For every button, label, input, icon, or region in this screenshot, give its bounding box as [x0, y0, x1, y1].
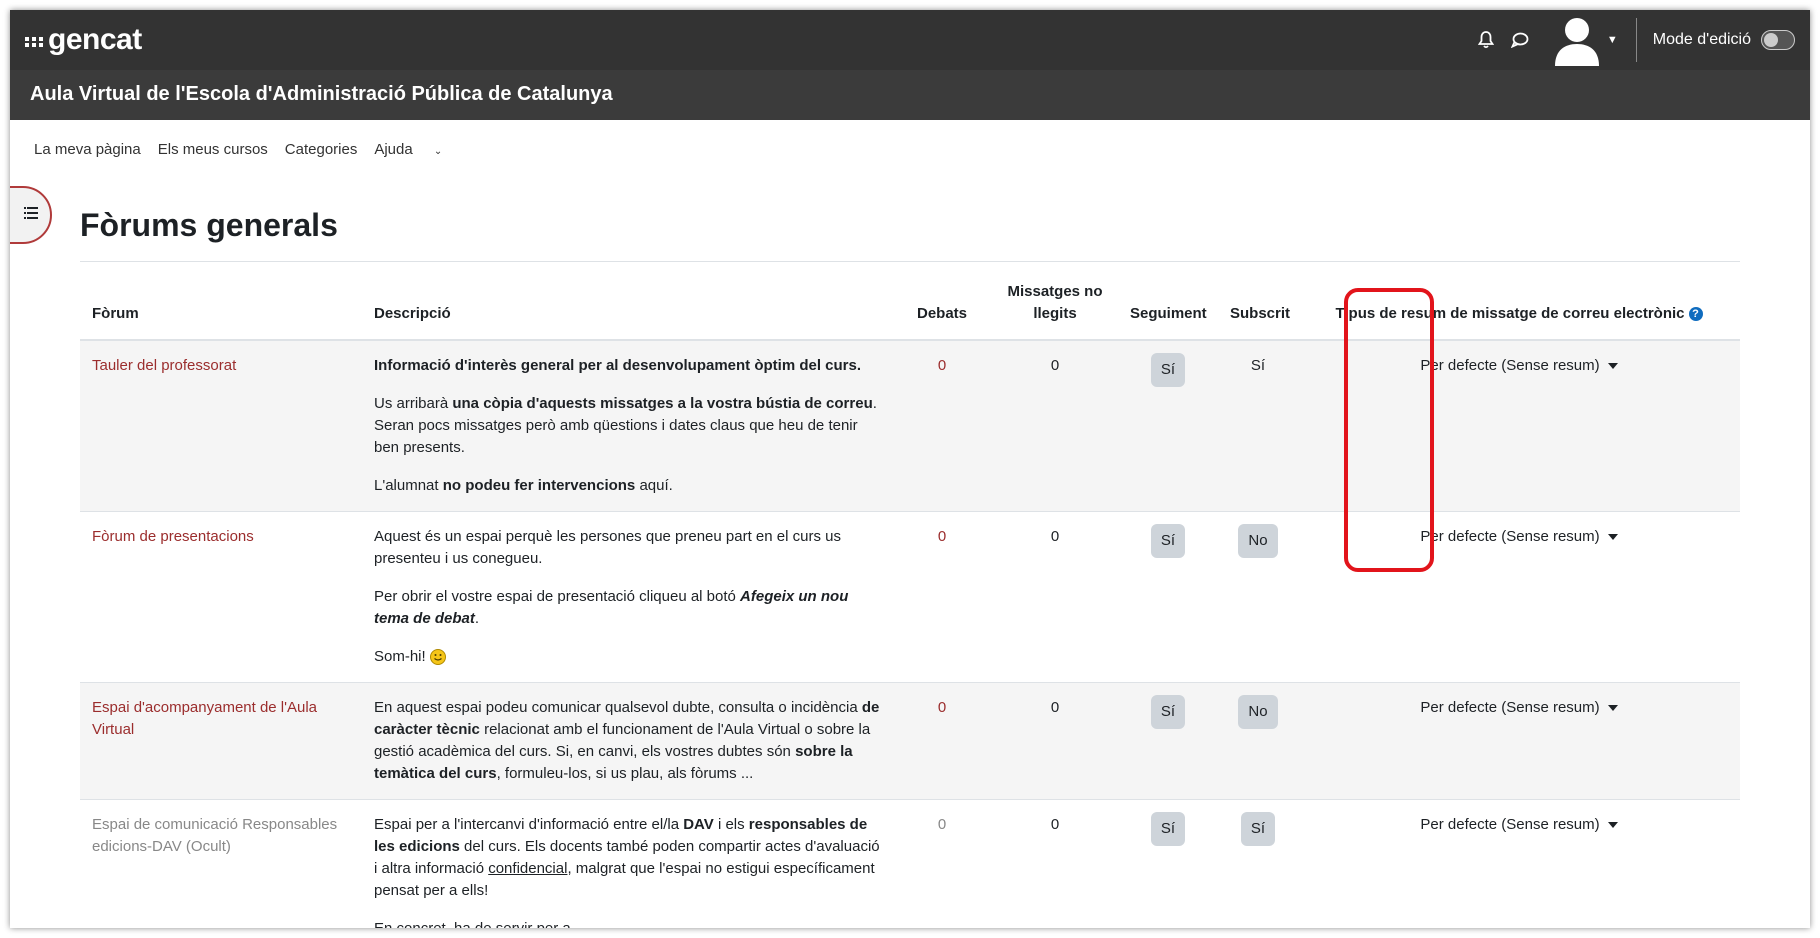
forum-description: Aquest és un espai perquè les persones q…	[362, 511, 892, 683]
table-row: Tauler del professorat Informació d'inte…	[80, 339, 1740, 512]
digest-value: Per defecte (Sense resum)	[1420, 816, 1600, 833]
site-title-bar: Aula Virtual de l'Escola d'Administració…	[10, 70, 1810, 120]
logo-text: gencat	[48, 23, 142, 56]
unread-count: 0	[1050, 528, 1060, 545]
chevron-down-icon: ⌄	[433, 146, 443, 157]
desc-text: confidencial	[488, 860, 568, 877]
nav-item-my-courses[interactable]: Els meus cursos	[158, 141, 268, 158]
user-avatar[interactable]	[1551, 14, 1603, 66]
primary-navigation: La meva pàgina Els meus cursos Categorie…	[34, 141, 476, 158]
table-header-row: Fòrum Descripció Debats Missatges no lle…	[80, 262, 1740, 341]
forum-link[interactable]: Fòrum de presentacions	[92, 528, 254, 545]
desc-text: Espai per a l'intercanvi d'informació en…	[374, 816, 684, 833]
nav-item-categories[interactable]: Categories	[285, 141, 358, 158]
chat-bubble-icon[interactable]	[1507, 27, 1533, 53]
desc-text: En aquest espai podeu comunicar qualsevo…	[374, 699, 862, 716]
tracking-button[interactable]: Sí	[1150, 353, 1186, 387]
header-forum: Fòrum	[80, 262, 362, 341]
navbar-divider	[1635, 18, 1637, 62]
header-digest-label: Tipus de resum de missatge de correu ele…	[1335, 305, 1685, 322]
desc-text: En concret, ha de servir per a ...	[374, 920, 587, 928]
tracking-button[interactable]: Sí	[1150, 524, 1186, 558]
digest-dropdown[interactable]: Per defecte (Sense resum)	[1420, 816, 1618, 833]
desc-text: .	[474, 610, 480, 627]
subscribe-button[interactable]: No	[1238, 524, 1278, 558]
nav-item-help-label: Ajuda	[374, 141, 413, 158]
subscribed-status: Sí	[1250, 357, 1266, 374]
page-title: Fòrums generals	[80, 207, 338, 243]
forum-link[interactable]: Espai d'acompanyament de l'Aula Virtual	[92, 699, 317, 738]
desc-text: L'alumnat	[374, 477, 443, 494]
desc-text: Som-hi!	[374, 648, 426, 665]
nav-item-my-page[interactable]: La meva pàgina	[34, 141, 141, 158]
digest-value: Per defecte (Sense resum)	[1420, 699, 1600, 716]
desc-text: Informació d'interès general per al dese…	[374, 357, 862, 374]
user-menu-area: ▼ Mode d'edició	[1469, 10, 1795, 70]
forum-description: En aquest espai podeu comunicar qualsevo…	[362, 682, 892, 800]
digest-dropdown[interactable]: Per defecte (Sense resum)	[1420, 357, 1618, 374]
unread-count: 0	[1050, 816, 1060, 833]
header-tracking: Seguiment	[1118, 262, 1218, 341]
site-title[interactable]: Aula Virtual de l'Escola d'Administració…	[30, 83, 613, 106]
edit-mode-toggle[interactable]	[1761, 30, 1795, 50]
subscribe-button[interactable]: No	[1238, 695, 1278, 729]
header-digest-type: Tipus de resum de missatge de correu ele…	[1298, 262, 1740, 341]
unread-count: 0	[1050, 699, 1060, 716]
forum-description: Informació d'interès general per al dese…	[362, 339, 892, 512]
course-index-drawer-button[interactable]	[10, 186, 52, 244]
top-navbar: gencat ▼ Mode d'edició	[10, 10, 1810, 70]
caret-down-icon	[1607, 534, 1618, 541]
subscribe-button[interactable]: Sí	[1240, 812, 1276, 846]
caret-down-icon	[1607, 822, 1618, 829]
caret-down-icon	[1607, 705, 1618, 712]
digest-value: Per defecte (Sense resum)	[1420, 357, 1600, 374]
header-unread-posts: Missatges no llegits	[992, 262, 1118, 341]
discussions-count-link[interactable]: 0	[938, 357, 946, 374]
table-row: Fòrum de presentacions Aquest és un espa…	[80, 511, 1740, 683]
discussions-count-link[interactable]: 0	[938, 816, 946, 833]
desc-text: aquí.	[635, 477, 673, 494]
list-icon	[24, 206, 38, 224]
tracking-button[interactable]: Sí	[1150, 812, 1186, 846]
gencat-logo[interactable]: gencat	[25, 20, 142, 60]
unread-count: 0	[1050, 357, 1060, 374]
desc-text: , formuleu-los, si us plau, als fòrums .…	[496, 765, 754, 782]
desc-text: Per obrir el vostre espai de presentació…	[374, 588, 741, 605]
digest-dropdown[interactable]: Per defecte (Sense resum)	[1420, 699, 1618, 716]
desc-text: Us arribarà	[374, 395, 453, 412]
bell-icon[interactable]	[1473, 27, 1499, 53]
nav-item-help[interactable]: Ajuda ⌄	[374, 141, 459, 158]
desc-text: Aquest és un espai perquè les persones q…	[374, 528, 841, 567]
forum-description: Espai per a l'intercanvi d'informació en…	[362, 799, 892, 928]
header-description: Descripció	[362, 262, 892, 341]
forum-link[interactable]: Tauler del professorat	[92, 357, 236, 374]
digest-dropdown[interactable]: Per defecte (Sense resum)	[1420, 528, 1618, 545]
caret-down-icon	[1607, 363, 1618, 370]
edit-mode-label: Mode d'edició	[1652, 31, 1751, 48]
discussions-count-link[interactable]: 0	[938, 699, 946, 716]
toggle-knob	[1764, 33, 1778, 47]
user-menu-chevron-down-icon[interactable]: ▼	[1607, 34, 1618, 46]
discussions-count-link[interactable]: 0	[938, 528, 946, 545]
tracking-button[interactable]: Sí	[1150, 695, 1186, 729]
table-row: Espai d'acompanyament de l'Aula Virtual …	[80, 682, 1740, 800]
browser-frame: gencat ▼ Mode d'edició Aula Virtual de l…	[10, 10, 1810, 928]
desc-text: no podeu fer intervencions	[442, 477, 636, 494]
header-subscribed: Subscrit	[1218, 262, 1298, 341]
desc-text: una còpia d'aquests missatges a la vostr…	[452, 395, 873, 412]
forums-table: Fòrum Descripció Debats Missatges no lle…	[80, 262, 1740, 928]
desc-text: DAV	[683, 816, 714, 833]
help-icon[interactable]: ?	[1688, 307, 1703, 322]
forum-link[interactable]: Espai de comunicació Responsables edicio…	[92, 816, 337, 855]
logo-dots-icon	[25, 37, 44, 47]
smiley-icon	[429, 649, 446, 666]
table-row: Espai de comunicació Responsables edicio…	[80, 799, 1740, 928]
digest-value: Per defecte (Sense resum)	[1420, 528, 1600, 545]
header-discussions: Debats	[892, 262, 992, 341]
desc-text: i els	[713, 816, 749, 833]
